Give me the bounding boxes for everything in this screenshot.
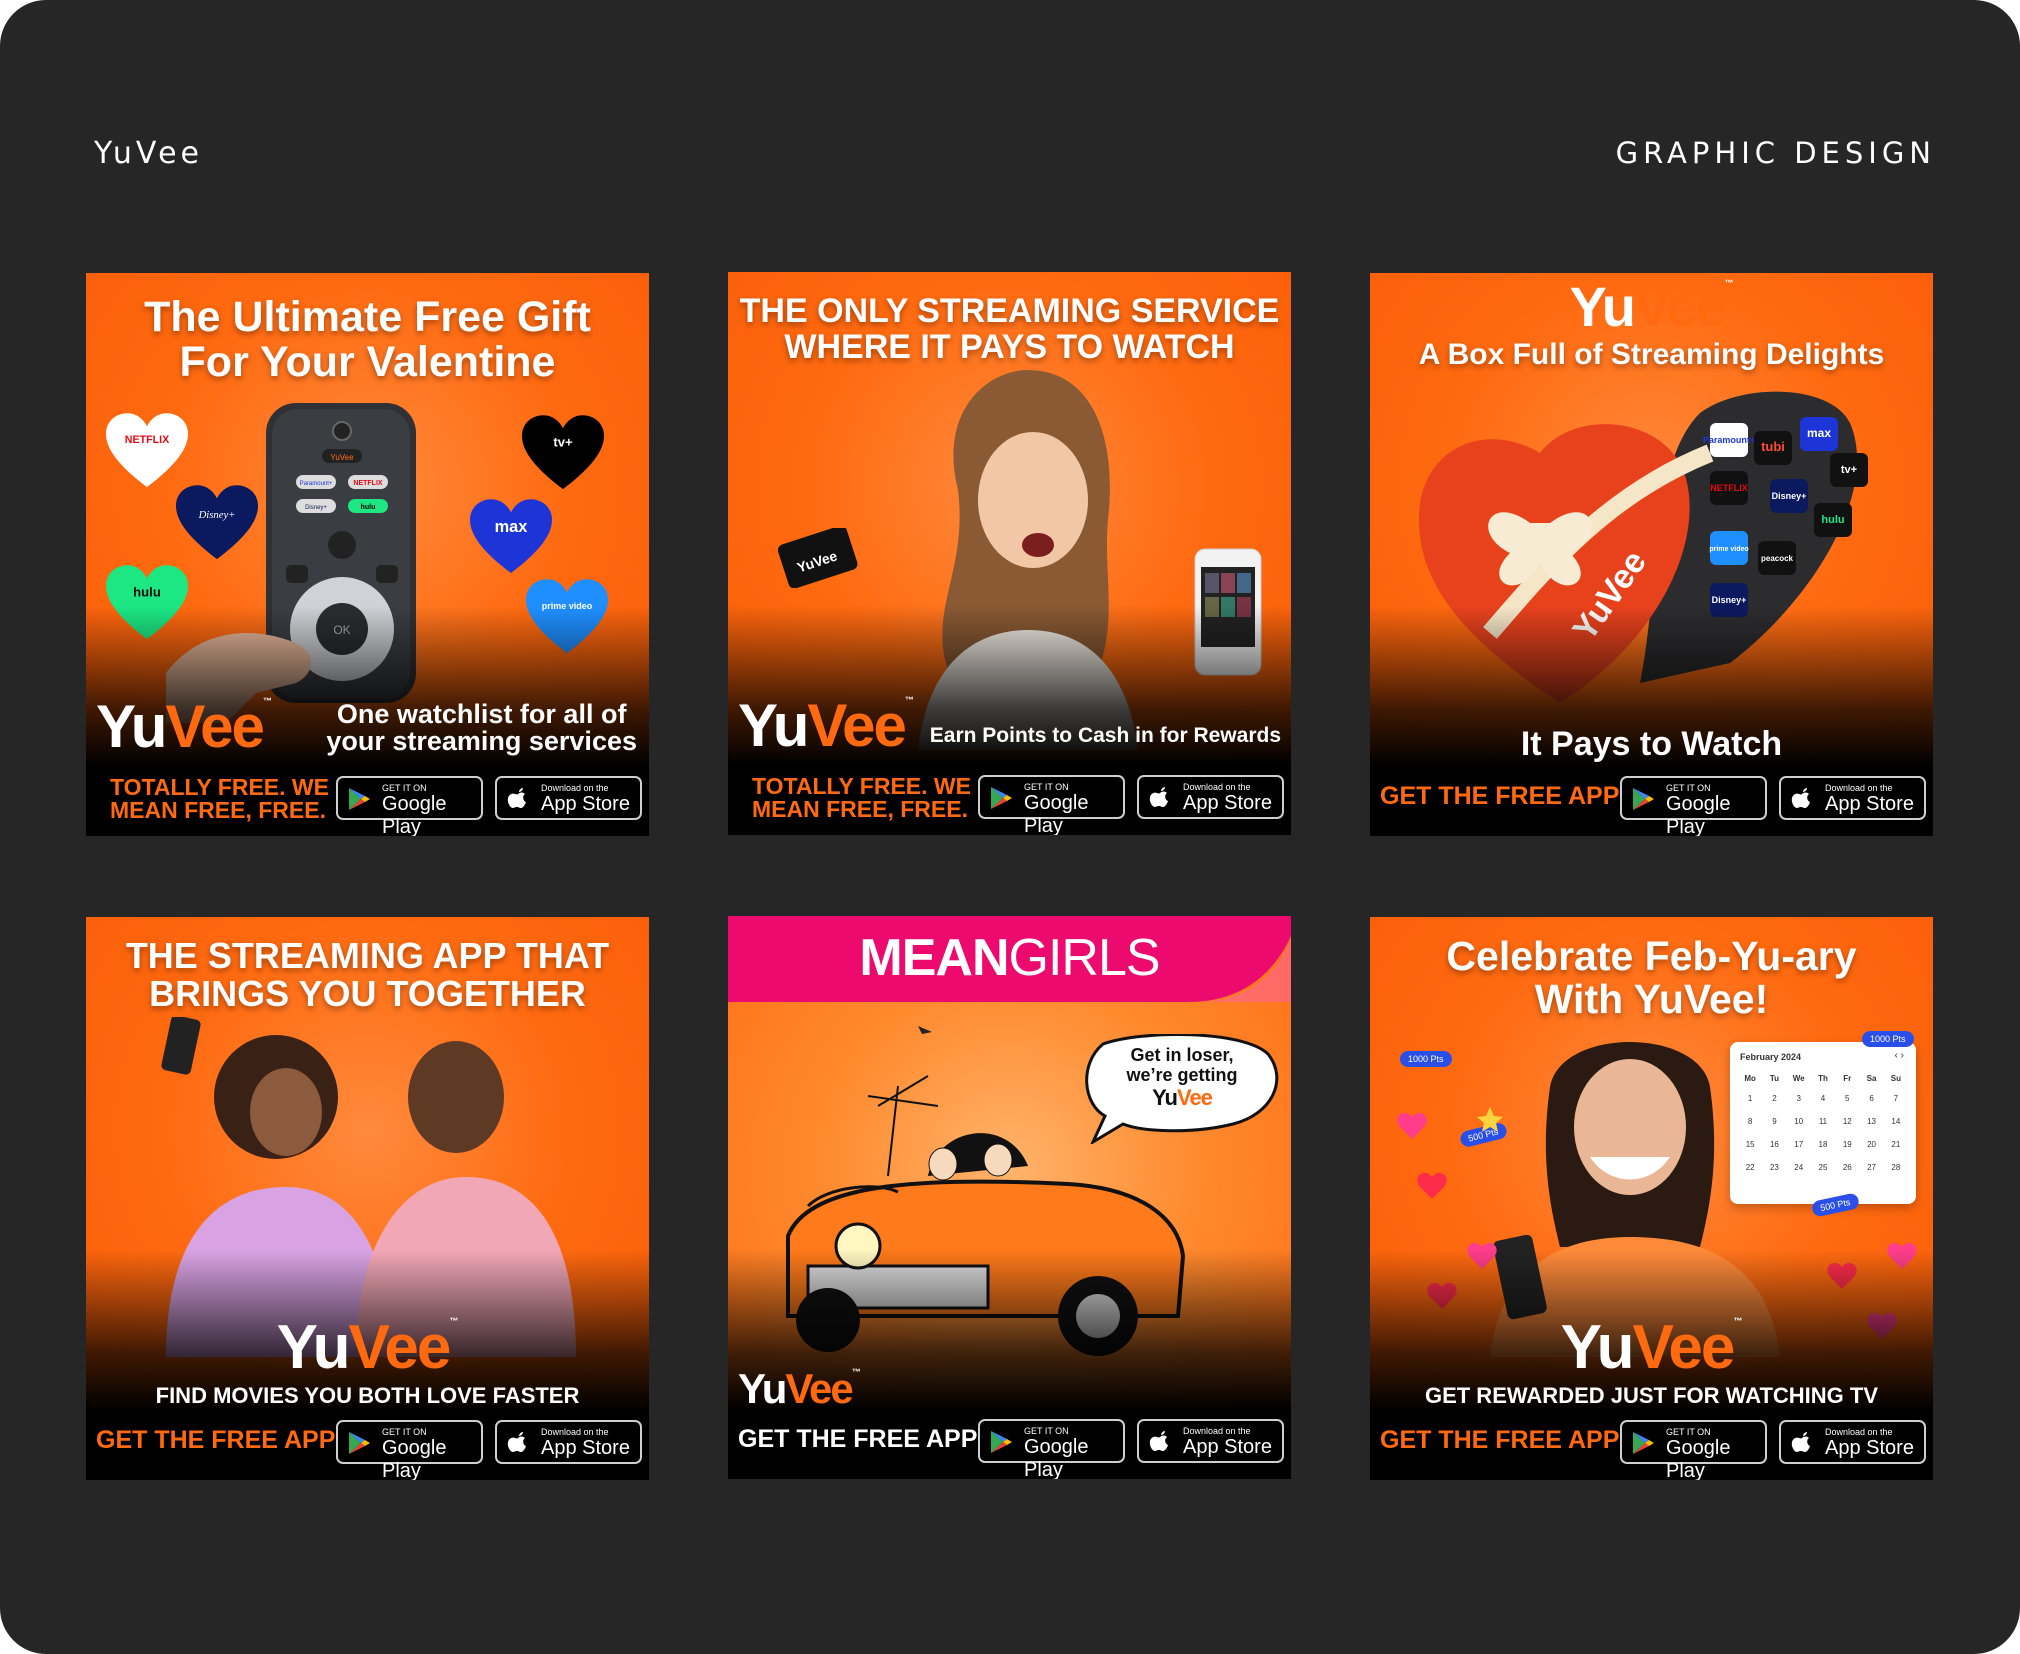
yuvee-card-image: YuVee xyxy=(778,528,858,588)
cta-text: TOTALLY FREE. WE MEAN FREE, FREE. xyxy=(110,774,329,823)
google-play-icon xyxy=(1633,1432,1654,1454)
svg-text:Disney+: Disney+ xyxy=(1772,491,1807,501)
yuvee-logo: YuVee™ xyxy=(1569,275,1734,338)
card-headline: THE STREAMING APP THAT BRINGS YOU TOGETH… xyxy=(125,935,610,1014)
ad-card-feb-yu-ary[interactable]: Celebrate Feb-Yu-ary With YuVee! Februar… xyxy=(1370,917,1933,1480)
google-play-icon xyxy=(991,787,1012,809)
google-play-badge[interactable]: GET IT ON Google Play xyxy=(978,1419,1125,1479)
svg-text:peacock: peacock xyxy=(1761,554,1794,563)
svg-text:NETFLIX: NETFLIX xyxy=(1710,483,1748,493)
card-headline: A Box Full of Streaming Delights xyxy=(1418,338,1885,371)
svg-text:hulu: hulu xyxy=(361,504,376,511)
svg-text:Disney+: Disney+ xyxy=(305,505,327,511)
ad-card-box-of-delights[interactable]: YuVee™ A Box Full of Streaming Delights … xyxy=(1370,273,1933,836)
card-tagline: GET REWARDED JUST FOR WATCHING TV xyxy=(1424,1383,1879,1408)
card-headline: THE ONLY STREAMING SERVICE WHERE IT PAYS… xyxy=(739,292,1280,366)
svg-text:NETFLIX: NETFLIX xyxy=(353,480,382,487)
google-play-badge[interactable]: GET IT ON Google Play xyxy=(1620,776,1767,836)
points-badge: 1000 Pts xyxy=(1862,1031,1914,1047)
apple-icon xyxy=(1149,1431,1168,1451)
svg-text:Paramount+: Paramount+ xyxy=(1703,435,1755,445)
google-play-icon xyxy=(1633,788,1654,810)
google-play-icon xyxy=(349,788,370,810)
app-store-badge[interactable]: Download on the App Store xyxy=(1137,1419,1284,1463)
app-store-badge[interactable]: Download on the App Store xyxy=(495,776,642,820)
svg-text:Paramount+: Paramount+ xyxy=(300,481,333,487)
svg-text:hulu: hulu xyxy=(1821,514,1844,526)
svg-text:tv+: tv+ xyxy=(1841,464,1857,476)
app-store-badge[interactable]: Download on the App Store xyxy=(1779,776,1926,820)
cta-text: GET THE FREE APP! xyxy=(1380,1426,1628,1454)
svg-text:hulu: hulu xyxy=(133,584,161,599)
max-heart-icon: max xyxy=(470,499,552,574)
apple-icon xyxy=(1791,788,1810,808)
apple-icon xyxy=(1791,1432,1810,1452)
svg-text:max: max xyxy=(495,518,528,536)
apple-icon xyxy=(507,788,526,808)
google-play-icon xyxy=(349,1432,370,1454)
appletv-heart-icon: tv+ xyxy=(522,415,604,490)
points-badge: 1000 Pts xyxy=(1400,1051,1452,1067)
card-tagline: FIND MOVIES YOU BOTH LOVE FASTER xyxy=(155,1383,580,1408)
svg-text:prime video: prime video xyxy=(1709,546,1748,553)
yuvee-logo: YuVee™ xyxy=(276,1313,459,1382)
apple-icon xyxy=(1149,787,1168,807)
svg-text:NETFLIX: NETFLIX xyxy=(125,434,170,446)
ad-card-mean-girls[interactable]: MEANGIRLS Get in loser, we’re getting Yu… xyxy=(728,916,1291,1479)
cta-text: GET THE FREE APP! xyxy=(738,1425,986,1453)
ad-card-brings-together[interactable]: THE STREAMING APP THAT BRINGS YOU TOGETH… xyxy=(86,917,649,1480)
google-play-badge[interactable]: GET IT ON Google Play xyxy=(1620,1420,1767,1480)
cta-text: GET THE FREE APP! xyxy=(1380,782,1628,810)
card-headline: The Ultimate Free Gift For Your Valentin… xyxy=(144,293,591,387)
cta-text: TOTALLY FREE. WE MEAN FREE, FREE. xyxy=(752,773,971,822)
card-tagline: One watchlist for all of your streaming … xyxy=(326,699,637,756)
ad-card-valentine-gift[interactable]: The Ultimate Free Gift For Your Valentin… xyxy=(86,273,649,836)
cta-text: GET THE FREE APP! xyxy=(96,1426,344,1454)
google-play-icon xyxy=(991,1431,1012,1453)
google-play-badge[interactable]: GET IT ON Google Play xyxy=(978,775,1125,835)
app-store-badge[interactable]: Download on the App Store xyxy=(1779,1420,1926,1464)
app-store-badge[interactable]: Download on the App Store xyxy=(495,1420,642,1464)
google-play-badge[interactable]: GET IT ON Google Play xyxy=(336,1420,483,1480)
yuvee-logo: YuVee™ xyxy=(738,1365,861,1412)
apple-icon xyxy=(507,1432,526,1452)
brand-label: YuVee xyxy=(94,136,204,171)
svg-text:max: max xyxy=(1807,426,1831,440)
card-tagline: Earn Points to Cash in for Rewards xyxy=(929,724,1281,747)
netflix-heart-icon: NETFLIX xyxy=(106,413,188,488)
svg-text:tubi: tubi xyxy=(1761,439,1785,454)
app-store-badge[interactable]: Download on the App Store xyxy=(1137,775,1284,819)
yuvee-logo: YuVee™ xyxy=(1560,1313,1743,1382)
svg-text:YuVee: YuVee xyxy=(330,453,354,462)
svg-text:tv+: tv+ xyxy=(553,434,573,449)
ad-card-pays-to-watch[interactable]: THE ONLY STREAMING SERVICE WHERE IT PAYS… xyxy=(728,272,1291,835)
card-tagline: It Pays to Watch xyxy=(1520,725,1783,763)
card-headline: Celebrate Feb-Yu-ary With YuVee! xyxy=(1446,933,1857,1023)
portfolio-frame: YuVee GRAPHIC DESIGN The Ultimate Free G… xyxy=(0,0,2020,1654)
mean-girls-title: MEANGIRLS xyxy=(859,929,1160,987)
category-label: GRAPHIC DESIGN xyxy=(1615,136,1936,170)
svg-text:Disney+: Disney+ xyxy=(198,510,236,521)
yuvee-logo: YuVee™ xyxy=(96,693,272,760)
google-play-badge[interactable]: GET IT ON Google Play xyxy=(336,776,483,836)
yuvee-logo: YuVee™ xyxy=(738,692,914,759)
svg-text:Disney+: Disney+ xyxy=(1712,595,1747,605)
